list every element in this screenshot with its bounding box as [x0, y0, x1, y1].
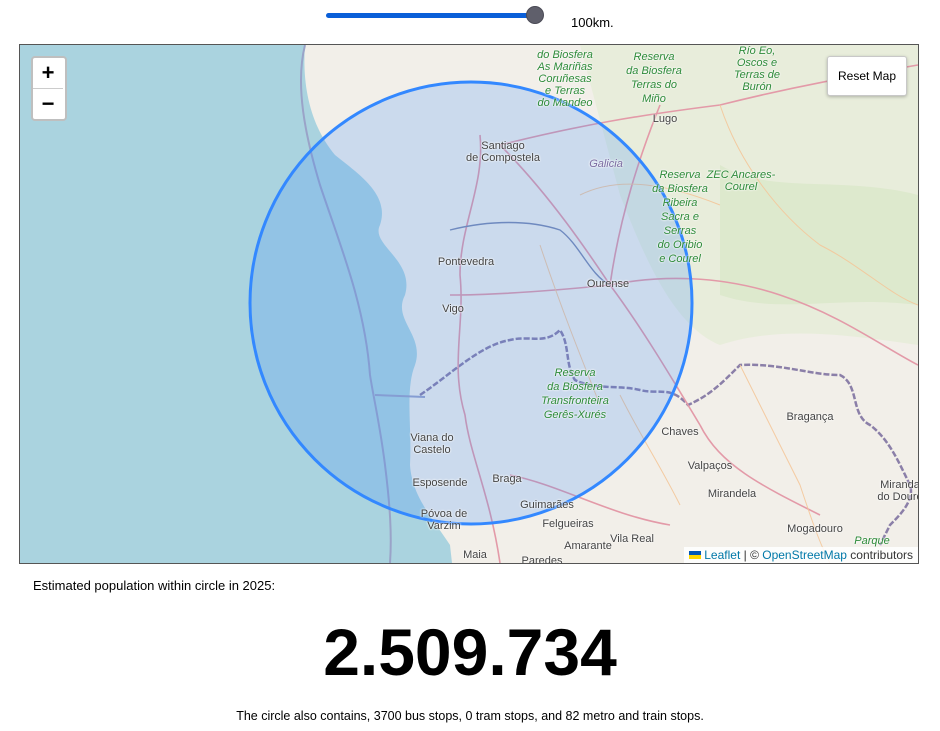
reserve-label: Transfronteira	[541, 395, 609, 407]
zoom-in-button[interactable]: +	[33, 58, 63, 89]
reserve-label: Oscos e	[736, 57, 778, 69]
reserve-label: Galicia	[589, 158, 623, 170]
place-label: de Compostela	[466, 152, 540, 164]
ukraine-flag-icon	[689, 551, 702, 559]
place-label: Bragança	[786, 411, 834, 423]
reserve-label: Gerês-Xurés	[543, 409, 607, 421]
attribution-suffix: contributors	[846, 548, 913, 562]
place-label: Valpaços	[687, 460, 733, 472]
place-label: Pontevedra	[437, 256, 495, 268]
reserve-label: e Courel	[659, 253, 701, 265]
map-tiles[interactable]	[20, 45, 918, 563]
place-label: Braga	[492, 473, 522, 485]
reserve-label: do Mandeo	[537, 97, 593, 109]
place-label: Castelo	[413, 444, 451, 456]
reserve-label: Río Eo,	[738, 45, 776, 57]
place-label: Esposende	[412, 477, 468, 489]
place-label: Miranda	[880, 479, 919, 491]
place-label: Lugo	[652, 113, 678, 125]
place-label: Felgueiras	[542, 518, 594, 530]
reserve-label: ZEC Ancares-	[706, 169, 776, 181]
place-label: Amarante	[564, 540, 612, 552]
place-label: Vila Real	[610, 533, 654, 545]
place-label: Paredes	[521, 555, 563, 564]
reserve-label: do Biosfera	[537, 49, 593, 61]
place-label: Maia	[463, 549, 487, 561]
reserve-label: As Mariñas	[537, 61, 593, 73]
place-label: Mogadouro	[787, 523, 843, 535]
reserve-label: Terras do	[630, 79, 678, 91]
place-label: Póvoa de	[420, 508, 468, 520]
reserve-label: da Biosfera	[652, 183, 708, 195]
reserve-label: Reserva	[633, 51, 675, 63]
place-label: Ourense	[586, 278, 630, 290]
reserve-label: Ribeira	[662, 197, 698, 209]
reserve-label: e Terras	[545, 85, 585, 97]
stops-summary: The circle also contains, 3700 bus stops…	[236, 709, 704, 723]
reserve-label: Serras	[663, 225, 697, 237]
reserve-label: Sacra e	[661, 211, 699, 223]
population-label: Estimated population within circle in 20…	[33, 578, 276, 593]
map-view[interactable]: Santiago de Compostela Pontevedra Vigo Ouren…	[19, 44, 919, 564]
slider-track[interactable]	[326, 13, 536, 18]
slider-thumb[interactable]	[526, 6, 544, 24]
openstreetmap-link[interactable]: OpenStreetMap	[762, 548, 847, 562]
place-label: Santiago	[481, 140, 525, 152]
place-label: Mirandela	[707, 488, 757, 500]
reserve-label: Coruñesas	[538, 73, 592, 85]
reserve-label: da Biosfera	[547, 381, 603, 393]
reserve-label: da Biosfera	[626, 65, 682, 77]
leaflet-link[interactable]: Leaflet	[704, 548, 740, 562]
reserve-label: Terras de	[733, 69, 781, 81]
reserve-label: Miño	[642, 93, 666, 105]
reserve-label: Burón	[742, 81, 772, 93]
population-value: 2.509.734	[323, 615, 617, 689]
radius-circle[interactable]	[248, 80, 694, 526]
radius-slider[interactable]: 100km.	[0, 0, 940, 40]
reset-map-button[interactable]: Reset Map	[827, 56, 907, 96]
zoom-out-button[interactable]: −	[33, 89, 63, 119]
place-label: Vigo	[442, 303, 464, 315]
place-label: Varzim	[427, 520, 461, 532]
map-attribution: Leaflet | © OpenStreetMap contributors	[684, 547, 918, 563]
place-label: Guimarães	[520, 499, 574, 511]
zoom-control: + −	[31, 56, 67, 121]
reserve-label: Reserva	[554, 367, 596, 379]
reserve-label: Parque	[854, 535, 890, 547]
radius-value-label: 100km.	[571, 15, 614, 30]
place-label: Viana do	[410, 432, 454, 444]
reserve-label: Courel	[724, 181, 758, 193]
place-label: Chaves	[661, 426, 699, 438]
reserve-label: do Oribio	[657, 239, 703, 251]
place-label: do Douro	[877, 491, 919, 503]
attribution-separator: | ©	[740, 548, 763, 562]
reserve-label: Reserva	[659, 169, 701, 181]
